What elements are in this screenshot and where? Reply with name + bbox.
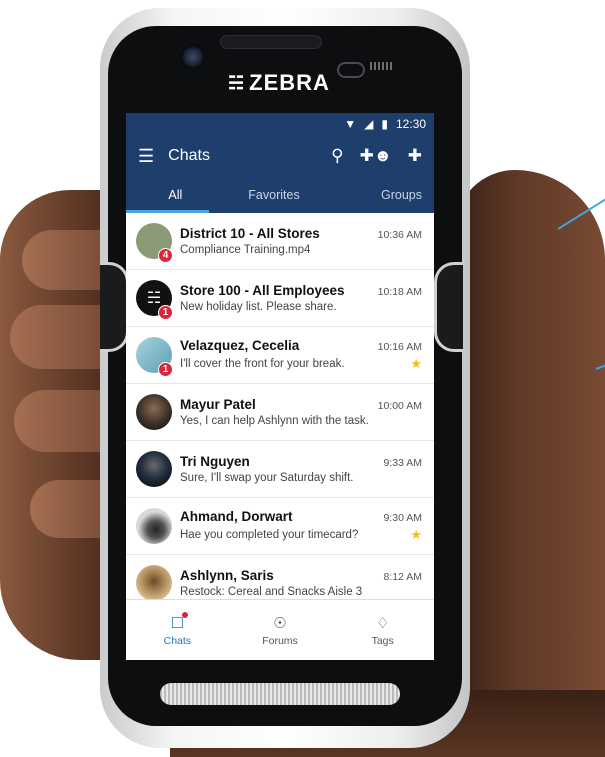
chat-row[interactable]: Ahmand, Dorwart 9:30 AM Hae you completed…: [126, 498, 434, 555]
avatar: [136, 451, 172, 487]
brand-logo: ☵ ZEBRA: [228, 68, 338, 98]
brand-name: ZEBRA: [249, 70, 330, 95]
chat-preview: New holiday list. Please share.: [180, 301, 337, 313]
chat-name: Store 100 - All Employees: [180, 283, 345, 298]
hand-right: [455, 170, 605, 757]
chat-preview: Hae you completed your timecard?: [180, 529, 359, 541]
chat-name: Ahmand, Dorwart: [180, 509, 293, 524]
search-icon[interactable]: ⚲: [331, 146, 343, 166]
chat-row[interactable]: Tri Nguyen 9:33 AM Sure, I'll swap your S…: [126, 441, 434, 498]
chat-row[interactable]: ☵ 1 Store 100 - All Employees 10:18 AM Ne…: [126, 270, 434, 327]
chat-list: 4 District 10 - All Stores 10:36 AM Compl…: [126, 213, 434, 599]
chat-preview: I'll cover the front for your break.: [180, 358, 345, 370]
avatar: [136, 394, 172, 430]
earpiece: [220, 35, 322, 49]
chat-time: 10:16 AM: [377, 341, 422, 353]
avatar: [136, 508, 172, 544]
chat-time: 10:00 AM: [377, 400, 422, 412]
unread-badge: 1: [158, 362, 173, 377]
chat-name: Velazquez, Cecelia: [180, 338, 300, 353]
signal-icon: ◢: [364, 117, 374, 131]
front-camera: [181, 45, 205, 69]
app-screen: ▼ ◢ ▮ 12:30 ☰ Chats ⚲ ✚☻ ✚ All Favorites…: [126, 113, 434, 660]
nav-label: Tags: [371, 635, 394, 647]
status-time: 12:30: [395, 117, 426, 131]
chat-row[interactable]: Ashlynn, Saris 8:12 AM Restock: Cereal an…: [126, 555, 434, 599]
notification-dot: [182, 612, 189, 618]
add-group-icon[interactable]: ✚☻: [360, 146, 392, 166]
avatar: ☵ 1: [136, 280, 173, 320]
chat-time: 8:12 AM: [383, 571, 422, 583]
nav-forums[interactable]: ☉ Forums: [229, 600, 332, 660]
nav-label: Forums: [262, 635, 298, 647]
chat-time: 9:33 AM: [383, 457, 422, 469]
tab-bar: All Favorites Groups: [126, 177, 434, 213]
nav-tags[interactable]: ♢ Tags: [331, 600, 434, 660]
star-icon[interactable]: ★: [410, 527, 422, 543]
tab-favorites[interactable]: Favorites: [225, 177, 324, 213]
nav-chats[interactable]: ☐ Chats: [126, 600, 229, 660]
avatar: [136, 565, 172, 599]
speaker-grill-top: [370, 62, 394, 70]
chat-time: 10:18 AM: [377, 286, 422, 298]
app-bar: ☰ Chats ⚲ ✚☻ ✚: [126, 135, 434, 177]
unread-badge: 1: [158, 305, 173, 320]
chat-time: 10:36 AM: [377, 229, 422, 241]
proximity-sensor: [337, 62, 365, 78]
status-bar: ▼ ◢ ▮ 12:30: [126, 113, 434, 135]
chat-time: 9:30 AM: [383, 512, 422, 524]
battery-icon: ▮: [381, 117, 388, 131]
chat-preview: Yes, I can help Ashlynn with the task.: [180, 415, 369, 427]
unread-badge: 4: [158, 248, 173, 263]
chat-preview: Compliance Training.mp4: [180, 244, 311, 256]
chat-row[interactable]: Mayur Patel 10:00 AM Yes, I can help Ashl…: [126, 384, 434, 441]
plus-icon[interactable]: ✚: [408, 146, 422, 166]
avatar: 4: [136, 223, 173, 263]
avatar: 1: [136, 337, 173, 377]
star-icon[interactable]: ★: [410, 356, 422, 372]
compass-icon: ☉: [273, 615, 287, 632]
chat-preview: Sure, I'll swap your Saturday shift.: [180, 472, 354, 484]
tag-icon: ♢: [375, 615, 390, 632]
zebra-logo-icon: ☵: [228, 72, 246, 93]
side-button-left: [100, 262, 129, 352]
nav-label: Chats: [163, 635, 192, 647]
chat-name: Tri Nguyen: [180, 454, 250, 469]
chat-icon: ☐: [171, 612, 189, 632]
chat-name: Mayur Patel: [180, 397, 256, 412]
hamburger-icon[interactable]: ☰: [138, 146, 154, 167]
tab-all[interactable]: All: [126, 177, 225, 213]
side-button-right: [434, 262, 463, 352]
chat-name: Ashlynn, Saris: [180, 568, 274, 583]
bottom-nav: ☐ Chats ☉ Forums ♢ Tags: [126, 599, 434, 660]
chat-preview: Restock: Cereal and Snacks Aisle 3: [180, 586, 363, 598]
page-title: Chats: [168, 147, 210, 164]
wifi-icon: ▼: [344, 117, 357, 131]
tab-groups[interactable]: Groups: [323, 177, 434, 213]
chat-row[interactable]: 1 Velazquez, Cecelia 10:16 AM I'll cover …: [126, 327, 434, 384]
chat-row[interactable]: 4 District 10 - All Stores 10:36 AM Compl…: [126, 213, 434, 270]
chat-name: District 10 - All Stores: [180, 226, 320, 241]
speaker-grill-bottom: [160, 683, 400, 705]
zebra-logo-icon: ☵: [146, 290, 162, 307]
